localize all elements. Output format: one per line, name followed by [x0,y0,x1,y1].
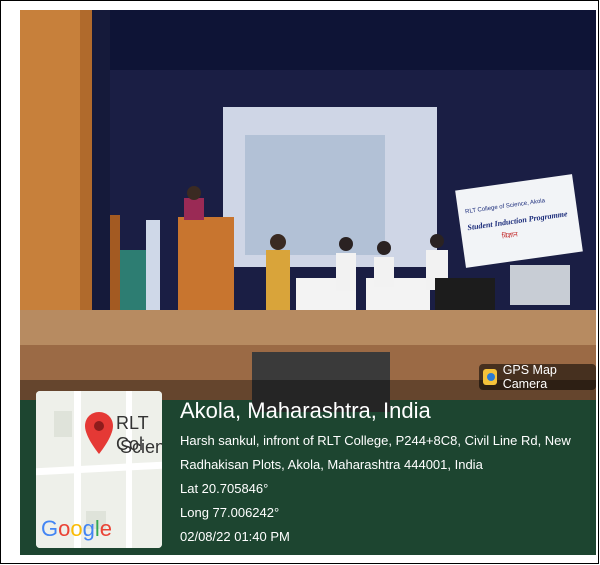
podium [178,217,234,317]
location-title: Akola, Maharashtra, India [180,398,431,423]
timestamp: 02/08/22 01:40 PM [180,529,290,544]
map-thumbnail: RLT Col Science Google [36,391,162,548]
camera-icon [483,369,497,385]
latitude: Lat 20.705846° [180,481,269,496]
address-line-1: Harsh sankul, infront of RLT College, P2… [180,433,571,448]
badge-label: GPS Map Camera [502,363,557,391]
event-photo: RLT College of Science, Akola Student In… [20,10,596,555]
gps-map-camera-badge: GPS Map Camera [479,363,596,391]
longitude: Long 77.006242° [180,505,280,520]
address-line-2: Radhakisan Plots, Akola, Maharashtra 444… [180,457,483,472]
location-pin-icon [85,412,113,454]
map-label-science: Science [120,437,162,457]
event-banner: RLT College of Science, Akola Student In… [455,174,583,268]
google-logo: Google [41,516,113,541]
